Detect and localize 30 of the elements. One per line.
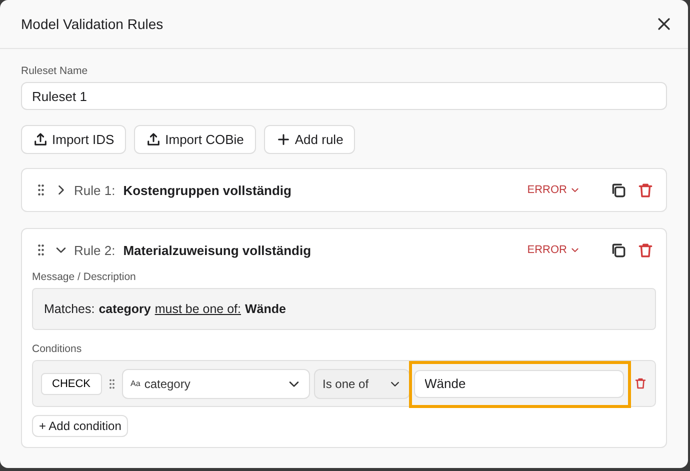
plus-icon [276, 132, 291, 147]
chevron-down-icon [570, 185, 580, 195]
field-label: Message / Description [32, 271, 137, 283]
field-dropdown[interactable]: Aa category [122, 368, 310, 398]
toolbar-button[interactable]: Import COBie [134, 125, 256, 154]
duplicate-button[interactable] [610, 242, 627, 258]
check-button[interactable]: CHECK [41, 372, 102, 394]
severity-dropdown[interactable]: ERROR [521, 183, 586, 197]
ruleset-name-field[interactable]: Ruleset 1 [21, 82, 667, 110]
duplicate-button[interactable] [610, 182, 627, 198]
add-condition-button[interactable]: + Add condition [32, 415, 128, 437]
field-label: Conditions [32, 343, 83, 355]
rule-number: Rule 2: [74, 242, 116, 258]
rule-name: Kostengruppen vollständig [123, 182, 292, 198]
rule-number: Rule 1: [74, 182, 116, 198]
message-text: Matches: category must be one of: Wände [32, 288, 656, 330]
field-label: Ruleset Name [21, 65, 89, 77]
severity-dropdown[interactable]: ERROR [521, 243, 586, 257]
delete-button[interactable] [637, 182, 654, 198]
toolbar-button[interactable]: Add rule [264, 125, 356, 154]
upload-icon [33, 132, 48, 147]
operator-dropdown[interactable]: Is one of [314, 368, 410, 398]
toolbar-button[interactable]: Import IDS [21, 125, 126, 154]
chevron-down-icon [570, 245, 580, 255]
upload-icon [146, 132, 162, 147]
rule-name: Materialzuweisung vollständig [123, 242, 312, 258]
delete-button[interactable] [637, 242, 654, 258]
delete-button[interactable] [634, 377, 647, 390]
dialog-title: Model Validation Rules [21, 16, 164, 32]
value-field[interactable]: Wände [414, 370, 624, 398]
